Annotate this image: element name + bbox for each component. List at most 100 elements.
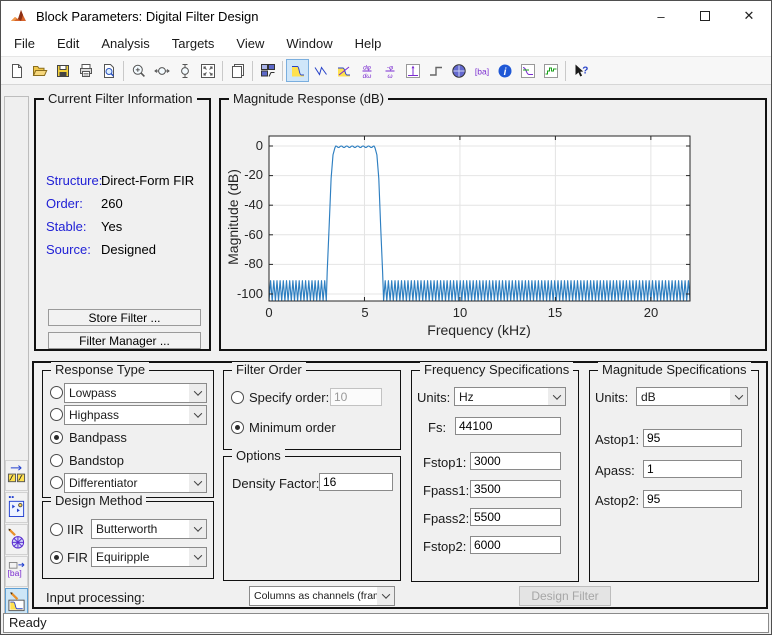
new-button[interactable] bbox=[5, 59, 28, 82]
fpass1-input[interactable] bbox=[470, 480, 561, 498]
filter-information-button[interactable]: i bbox=[493, 59, 516, 82]
context-help-button[interactable]: ? bbox=[569, 59, 592, 82]
set-quantization-parameters-button[interactable] bbox=[5, 524, 28, 555]
filter-manager-button[interactable]: Filter Manager ... bbox=[48, 332, 201, 349]
group-delay-icon: dφdω bbox=[359, 63, 375, 79]
print-button[interactable] bbox=[74, 59, 97, 82]
bandpass-radio[interactable] bbox=[50, 431, 63, 444]
apass-label: Apass: bbox=[595, 463, 635, 478]
zoom-in-button[interactable] bbox=[127, 59, 150, 82]
stable-label: Stable: bbox=[46, 219, 86, 234]
magnitude-units-dropdown[interactable]: dB bbox=[636, 387, 748, 406]
close-button[interactable]: ✕ bbox=[727, 1, 771, 31]
fir-method-value: Equiripple bbox=[92, 550, 189, 564]
highpass-radio[interactable] bbox=[50, 408, 63, 421]
filter-order-panel: Filter Order Specify order: Minimum orde… bbox=[223, 370, 401, 450]
transform-filter-button[interactable] bbox=[5, 460, 28, 491]
realize-model-button[interactable] bbox=[5, 492, 28, 523]
lowpass-dropdown[interactable]: Lowpass bbox=[64, 383, 207, 403]
maximize-button[interactable] bbox=[683, 1, 727, 31]
fstop2-input[interactable] bbox=[470, 536, 561, 554]
menu-window[interactable]: Window bbox=[275, 31, 343, 57]
options-title: Options bbox=[232, 448, 285, 463]
minimize-button[interactable]: – bbox=[639, 1, 683, 31]
minimum-order-radio[interactable] bbox=[231, 421, 244, 434]
xtick-0: 0 bbox=[254, 305, 284, 320]
order-value: 260 bbox=[101, 196, 123, 211]
impulse-response-icon bbox=[405, 63, 421, 79]
svg-text:[ba]: [ba] bbox=[7, 568, 21, 578]
design-method-panel: Design Method IIR Butterworth FIR Equiri… bbox=[42, 501, 214, 579]
bandstop-radio[interactable] bbox=[50, 454, 63, 467]
magnitude-response-button[interactable] bbox=[286, 59, 309, 82]
design-filter-button[interactable]: Design Filter bbox=[519, 586, 611, 606]
matlab-icon bbox=[10, 7, 28, 25]
menu-edit[interactable]: Edit bbox=[46, 31, 90, 57]
set-quantization-parameters-icon bbox=[7, 527, 26, 552]
magnitude-units-value: dB bbox=[637, 390, 730, 404]
window-title: Block Parameters: Digital Filter Design bbox=[36, 9, 639, 24]
save-button[interactable] bbox=[51, 59, 74, 82]
astop2-input[interactable] bbox=[643, 490, 742, 508]
differentiator-radio[interactable] bbox=[50, 476, 63, 489]
new-file-icon bbox=[9, 63, 25, 79]
pole-zero-plot-button[interactable] bbox=[447, 59, 470, 82]
iir-method-value: Butterworth bbox=[92, 522, 189, 536]
print-icon bbox=[78, 63, 94, 79]
svg-text:dω: dω bbox=[362, 73, 371, 79]
step-response-button[interactable] bbox=[424, 59, 447, 82]
highpass-dropdown[interactable]: Highpass bbox=[64, 405, 207, 425]
specify-order-input[interactable] bbox=[330, 388, 382, 406]
magnitude-units-label: Units: bbox=[595, 390, 628, 405]
new-window-button[interactable] bbox=[226, 59, 249, 82]
fstop1-label: Fstop1: bbox=[423, 455, 466, 470]
import-filter-button[interactable]: [ba] bbox=[5, 556, 28, 587]
iir-radio[interactable] bbox=[50, 523, 63, 536]
fir-radio[interactable] bbox=[50, 551, 63, 564]
magnitude-response-estimate-button[interactable] bbox=[516, 59, 539, 82]
fstop1-input[interactable] bbox=[470, 452, 561, 470]
structure-value: Direct-Form FIR bbox=[101, 173, 194, 188]
frequency-units-dropdown[interactable]: Hz bbox=[454, 387, 566, 406]
fpass2-input[interactable] bbox=[470, 508, 561, 526]
open-button[interactable] bbox=[28, 59, 51, 82]
iir-method-dropdown[interactable]: Butterworth bbox=[91, 519, 207, 539]
zoom-in-icon bbox=[131, 63, 147, 79]
phase-delay-button[interactable]: -φω bbox=[378, 59, 401, 82]
fstop2-label: Fstop2: bbox=[423, 539, 466, 554]
response-type-title: Response Type bbox=[51, 362, 149, 377]
specify-order-radio[interactable] bbox=[231, 391, 244, 404]
menu-file[interactable]: File bbox=[3, 31, 46, 57]
impulse-response-button[interactable] bbox=[401, 59, 424, 82]
differentiator-dropdown[interactable]: Differentiator bbox=[64, 473, 207, 493]
apass-input[interactable] bbox=[643, 460, 742, 478]
frequency-specifications-title: Frequency Specifications bbox=[420, 362, 573, 377]
lowpass-radio[interactable] bbox=[50, 386, 63, 399]
input-processing-dropdown[interactable]: Columns as channels (frame based) bbox=[249, 586, 395, 606]
magnitude-response-estimate-icon bbox=[520, 63, 536, 79]
menu-help[interactable]: Help bbox=[344, 31, 393, 57]
magnitude-and-phase-button[interactable] bbox=[332, 59, 355, 82]
quantization-noise-button[interactable] bbox=[539, 59, 562, 82]
group-delay-button[interactable]: dφdω bbox=[355, 59, 378, 82]
zoom-x-button[interactable] bbox=[150, 59, 173, 82]
zoom-y-button[interactable] bbox=[173, 59, 196, 82]
astop1-input[interactable] bbox=[643, 429, 742, 447]
menu-targets[interactable]: Targets bbox=[161, 31, 226, 57]
filter-coefficients-icon: [ba] bbox=[474, 63, 490, 79]
phase-response-button[interactable] bbox=[309, 59, 332, 82]
full-view-button[interactable] bbox=[196, 59, 219, 82]
filter-design-tool-button[interactable] bbox=[256, 59, 279, 82]
fir-method-dropdown[interactable]: Equiripple bbox=[91, 547, 207, 567]
fs-input[interactable] bbox=[455, 417, 561, 435]
magnitude-response-plot bbox=[221, 100, 765, 349]
print-preview-button[interactable] bbox=[97, 59, 120, 82]
step-response-icon bbox=[428, 63, 444, 79]
store-filter-button[interactable]: Store Filter ... bbox=[48, 309, 201, 326]
menu-view[interactable]: View bbox=[225, 31, 275, 57]
magnitude-specifications-panel: Magnitude Specifications Units: dB Astop… bbox=[589, 370, 759, 582]
density-factor-input[interactable] bbox=[319, 473, 393, 491]
fpass2-label: Fpass2: bbox=[423, 511, 469, 526]
filter-coefficients-button[interactable]: [ba] bbox=[470, 59, 493, 82]
menu-analysis[interactable]: Analysis bbox=[90, 31, 160, 57]
